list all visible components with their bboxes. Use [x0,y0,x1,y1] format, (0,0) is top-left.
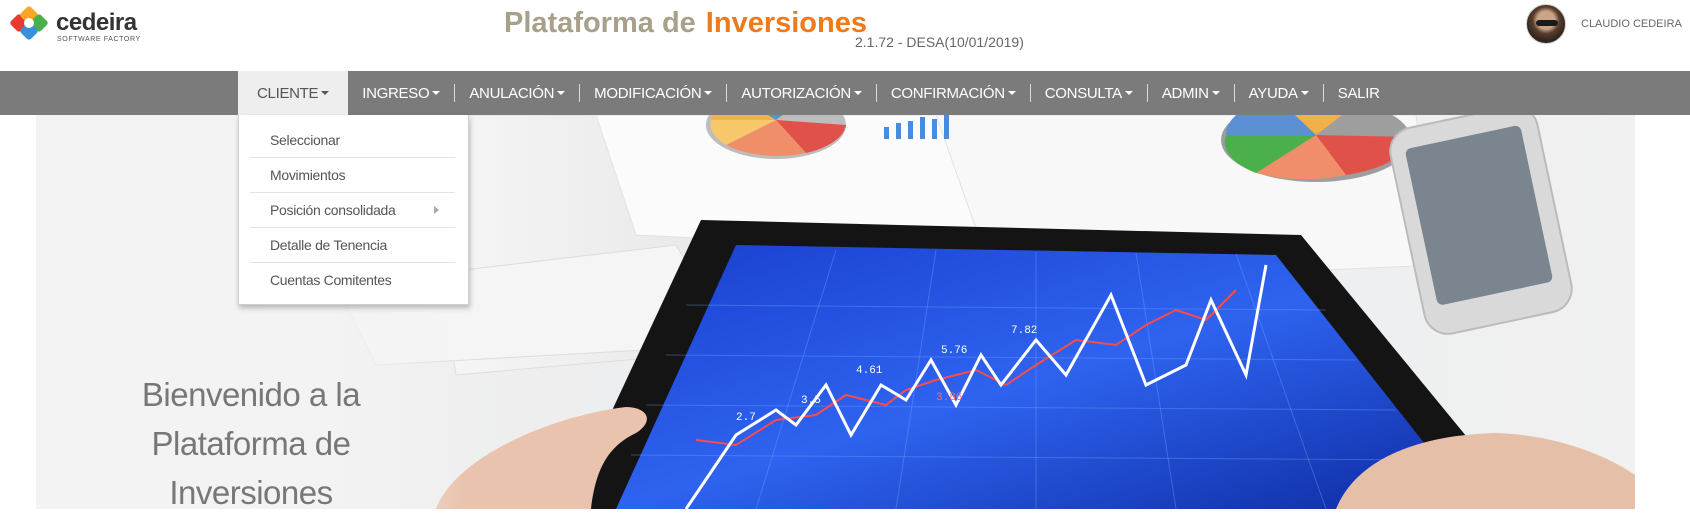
caret-down-icon [704,91,713,95]
user-avatar[interactable] [1526,4,1566,44]
menu-item-label: Cuentas Comitentes [270,272,392,288]
menu-item-movimientos[interactable]: Movimientos [250,158,455,193]
menu-item-cuentas-comitentes[interactable]: Cuentas Comitentes [250,263,455,298]
nav-item-label: SALIR [1337,84,1380,102]
nav-item-confirmacion[interactable]: CONFIRMACIÓN [877,71,1030,115]
nav-item-ingreso[interactable]: INGRESO [348,71,454,115]
caret-down-icon [1211,91,1220,95]
menu-item-label: Posición consolidada [270,202,396,218]
caret-down-icon [853,91,862,95]
welcome-message: Bienvenido a la Plataforma de Inversione… [86,370,416,517]
nav-item-cliente[interactable]: CLIENTE [238,71,349,115]
menu-item-posicion-consolidada[interactable]: Posición consolidada [250,193,455,228]
page-title: Plataforma de Inversiones [504,7,867,40]
submenu-arrow-icon [434,206,439,214]
cedeira-logo-icon [10,6,48,40]
logo-subtitle: SOFTWARE FACTORY [57,36,141,43]
caret-down-icon [1300,91,1309,95]
chart-label: 2.7 [736,412,756,424]
version-label: 2.1.72 - DESA(10/01/2019) [855,34,1024,50]
cliente-dropdown-menu: Seleccionar Movimientos Posición consoli… [238,115,469,305]
caret-down-icon [557,91,566,95]
nav-item-label: ANULACIÓN [469,84,555,102]
nav-item-label: ADMIN [1161,84,1209,102]
nav-item-label: CLIENTE [257,84,319,102]
nav-item-label: AYUDA [1248,84,1298,102]
avatar-glasses [1536,20,1558,26]
nav-item-ayuda[interactable]: AYUDA [1235,71,1323,115]
nav-item-admin[interactable]: ADMIN [1148,71,1234,115]
page-title-part2: Inversiones [705,7,867,39]
cedeira-logo[interactable]: cedeira SOFTWARE FACTORY [9,6,144,46]
caret-down-icon [432,91,441,95]
user-name[interactable]: CLAUDIO CEDEIRA [1581,18,1682,30]
chart-label: 4.61 [856,365,883,377]
nav-item-anulacion[interactable]: ANULACIÓN [455,71,579,115]
welcome-line-1: Bienvenido a la [141,376,361,413]
caret-down-icon [321,91,330,95]
welcome-line-2: Plataforma de Inversiones [151,425,351,511]
page-title-part1: Plataforma de [504,7,696,39]
logo-wordmark: cedeira [56,9,137,36]
nav-menu: CLIENTE INGRESO ANULACIÓN MODIFICACIÓN A… [238,71,1394,115]
menu-item-seleccionar[interactable]: Seleccionar [250,123,455,158]
nav-item-label: AUTORIZACIÓN [741,84,851,102]
nav-item-modificacion[interactable]: MODIFICACIÓN [580,71,726,115]
menu-item-detalle-tenencia[interactable]: Detalle de Tenencia [250,228,455,263]
smartphone [1389,115,1573,335]
nav-item-label: INGRESO [362,84,430,102]
chart-label: 5.76 [941,345,967,357]
nav-item-consulta[interactable]: CONSULTA [1031,71,1147,115]
nav-item-autorizacion[interactable]: AUTORIZACIÓN [727,71,875,115]
chart-label: 3.86 [936,392,962,404]
nav-item-label: MODIFICACIÓN [594,84,702,102]
header: cedeira SOFTWARE FACTORY Plataforma de In… [0,0,1690,71]
nav-item-salir[interactable]: SALIR [1324,71,1394,115]
caret-down-icon [1124,91,1133,95]
menu-item-label: Detalle de Tenencia [270,237,388,253]
nav-item-label: CONFIRMACIÓN [890,84,1005,102]
menu-item-label: Movimientos [270,167,346,183]
chart-label: 3.5 [801,395,821,407]
menu-item-label: Seleccionar [270,132,340,148]
nav-item-label: CONSULTA [1044,84,1122,102]
main-navbar: CLIENTE INGRESO ANULACIÓN MODIFICACIÓN A… [0,71,1690,115]
caret-down-icon [1007,91,1016,95]
chart-label: 7.82 [1011,325,1037,337]
